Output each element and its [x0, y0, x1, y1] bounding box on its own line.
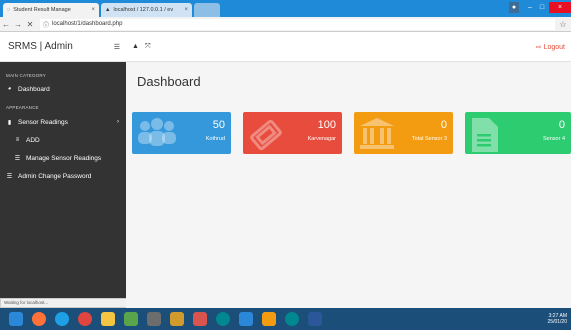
sidebar-item-dashboard[interactable]: ◕ Dashboard [0, 80, 126, 98]
brand: SRMS | Admin ☰ [0, 41, 126, 52]
sidebar-item-label: ADD [26, 136, 40, 144]
file-icon: ▮ [7, 119, 12, 126]
sidebar: MAIN CATEGORY ◕ Dashboard APPEARANCE ▮ S… [0, 62, 126, 298]
card-value: 0 [558, 119, 565, 131]
tab-close-icon[interactable]: × [91, 7, 95, 13]
card-value: 100 [317, 119, 336, 131]
chrome-icon[interactable] [78, 312, 92, 326]
sidebar-item-label: Manage Sensor Readings [26, 154, 102, 162]
category-label: APPEARANCE [6, 105, 39, 110]
window-controls: ● – □ × [509, 2, 571, 13]
page-title: Dashboard [137, 74, 201, 89]
file-icon [472, 118, 498, 152]
sidebar-item-manage-sensor-readings[interactable]: ☰ Manage Sensor Readings [0, 149, 126, 167]
logout-link[interactable]: ⇨ Logout [536, 43, 565, 51]
taskbar: 3:27 AM 25/01/20 [0, 308, 571, 330]
phpmyadmin-icon: ▲ [105, 7, 111, 13]
tab-phpmyadmin[interactable]: ▲ localhost / 127.0.0.1 / ev × [101, 3, 192, 17]
card-label: Kothrud [205, 136, 225, 142]
logout-label: Logout [543, 43, 565, 51]
card-label: Sensor 4 [542, 136, 565, 142]
app-icon[interactable] [170, 312, 184, 326]
app-icon[interactable] [124, 312, 138, 326]
sidebar-item-sensor-readings[interactable]: ▮ Sensor Readings › [0, 113, 126, 131]
arduino-icon[interactable] [216, 312, 230, 326]
close-window-icon[interactable]: × [549, 2, 571, 13]
chevron-right-icon: › [117, 119, 119, 125]
loading-icon: ◌ [7, 7, 11, 13]
tab-srms[interactable]: ◌ Student Result Manage × [3, 3, 99, 17]
sidebar-item-label: Admin Change Password [18, 172, 92, 180]
bank-icon [360, 118, 394, 149]
arduino-icon[interactable] [285, 312, 299, 326]
sidebar-item-label: Sensor Readings [18, 118, 68, 126]
category-label: MAIN CATEGORY [6, 73, 46, 78]
bookmark-star-icon[interactable]: ☆ [555, 20, 571, 29]
brand-title: SRMS | Admin [8, 41, 73, 52]
stat-card-sensor-4[interactable]: 0 Sensor 4 [465, 112, 571, 154]
sidebar-item-label: Dashboard [18, 85, 50, 93]
database-icon[interactable] [147, 312, 161, 326]
expand-icon[interactable]: ⤧ [145, 43, 151, 51]
main-content: Dashboard 50 Kothrud 100 Karvenagar 0 To… [126, 62, 571, 308]
dashboard-icon: ◕ [7, 86, 12, 92]
url-text: localhost/1/dashboard.php [52, 21, 123, 27]
user-icon[interactable]: ▲ [132, 43, 139, 50]
word-icon[interactable] [308, 312, 322, 326]
new-tab-button[interactable] [194, 3, 220, 17]
stat-card-karvenagar[interactable]: 100 Karvenagar [243, 112, 342, 154]
forward-icon[interactable]: → [12, 20, 24, 29]
card-label: Total Sensor 3 [411, 136, 447, 142]
browser-titlebar: ◌ Student Result Manage × ▲ localhost / … [0, 0, 571, 17]
internet-explorer-icon[interactable] [55, 312, 69, 326]
folder-icon[interactable] [101, 312, 115, 326]
user-icon[interactable]: ● [509, 2, 519, 13]
minimize-icon[interactable]: – [525, 2, 535, 13]
list-icon: ☰ [6, 173, 13, 180]
stop-icon[interactable]: ✕ [24, 20, 36, 29]
back-icon[interactable]: ← [0, 20, 12, 29]
clock-date: 25/01/20 [547, 319, 567, 325]
app-icon[interactable] [239, 312, 253, 326]
windows-start-icon[interactable] [9, 312, 23, 326]
tab-label: localhost / 127.0.0.1 / ev [113, 7, 174, 13]
firefox-icon[interactable] [32, 312, 46, 326]
app-icon[interactable] [193, 312, 207, 326]
tab-label: Student Result Manage [13, 7, 71, 13]
bars-icon: ≡ [15, 137, 20, 143]
menu-toggle-icon[interactable]: ☰ [114, 43, 120, 51]
card-value: 0 [440, 119, 447, 131]
stat-card-kothrud[interactable]: 50 Kothrud [132, 112, 231, 154]
system-tray: 3:27 AM 25/01/20 [548, 313, 571, 325]
maximize-icon[interactable]: □ [537, 2, 547, 13]
sidebar-item-add[interactable]: ≡ ADD [0, 131, 126, 149]
users-icon [138, 118, 176, 146]
address-bar: ← → ✕ ⓘ localhost/1/dashboard.php ☆ [0, 17, 571, 32]
xampp-icon[interactable] [262, 312, 276, 326]
sidebar-item-admin-change-password[interactable]: ☰ Admin Change Password [0, 167, 126, 185]
tab-close-icon[interactable]: × [184, 7, 188, 13]
card-value: 50 [212, 119, 225, 131]
stat-card-total-sensor-3[interactable]: 0 Total Sensor 3 [354, 112, 453, 154]
card-label: Karvenagar [307, 136, 336, 142]
info-icon: ⓘ [43, 22, 50, 29]
ticket-icon [250, 119, 282, 151]
list-icon: ☰ [14, 155, 21, 162]
url-input[interactable]: ⓘ localhost/1/dashboard.php [40, 18, 555, 30]
app-header: SRMS | Admin ☰ ▲ ⤧ ⇨ Logout [0, 32, 571, 62]
